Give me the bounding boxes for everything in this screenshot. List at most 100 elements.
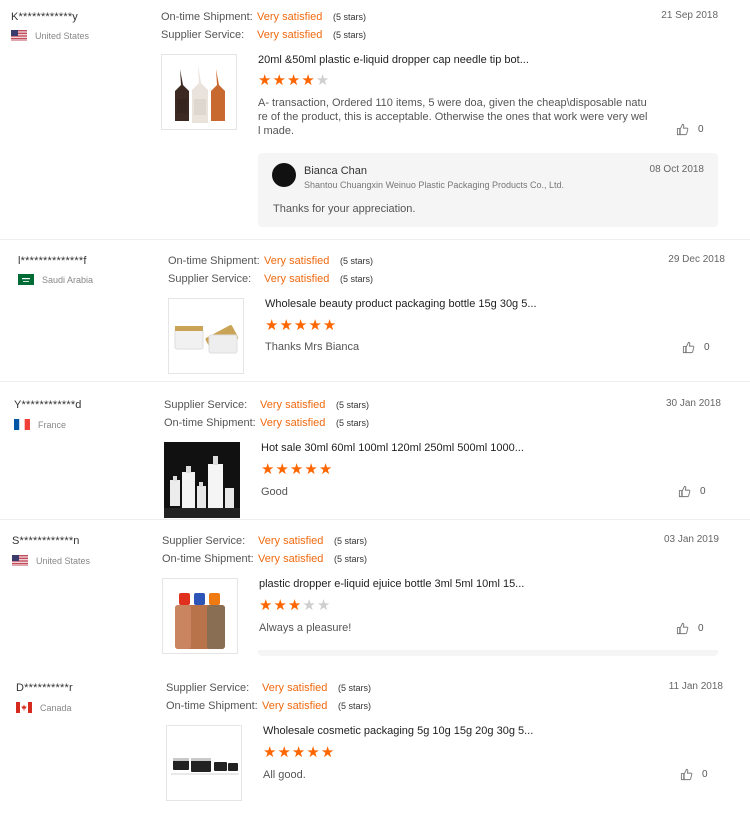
review-date: 11 Jan 2018 bbox=[668, 681, 723, 692]
rating-label: On-time Shipment: bbox=[164, 417, 256, 429]
product-thumbnail[interactable] bbox=[164, 442, 240, 518]
product-rating-stars: ★ ★ ★ ★ ★ bbox=[263, 745, 334, 760]
product-rating-stars: ★ ★ ★ ★ ★ bbox=[261, 462, 332, 477]
rating-label: On-time Shipment: bbox=[162, 553, 254, 565]
buyer-country: United States bbox=[12, 555, 90, 566]
buyer-name: S************n bbox=[12, 535, 80, 547]
rating-row: On-time Shipment: Very satisfied (5 star… bbox=[164, 417, 369, 429]
buyer-name: l**************f bbox=[18, 255, 87, 267]
star-filled-icon: ★ bbox=[320, 744, 335, 761]
product-thumbnail[interactable] bbox=[162, 578, 238, 654]
review-date: 30 Jan 2018 bbox=[665, 398, 721, 409]
star-filled-icon: ★ bbox=[286, 72, 301, 89]
rating-value: Very satisfied bbox=[264, 273, 330, 285]
product-title-link[interactable]: 20ml &50ml plastic e-liquid dropper cap … bbox=[258, 54, 529, 66]
ca-flag-icon bbox=[16, 702, 32, 713]
star-filled-icon: ★ bbox=[277, 744, 291, 761]
review-date: 21 Sep 2018 bbox=[661, 10, 718, 21]
product-rating-stars: ★ ★ ★ ★ ★ bbox=[259, 598, 330, 613]
country-label: Saudi Arabia bbox=[42, 274, 94, 285]
rating-row: On-time Shipment: Very satisfied (5 star… bbox=[166, 700, 371, 712]
star-empty-icon: ★ bbox=[315, 72, 330, 89]
cosmetic-jars-image bbox=[167, 726, 241, 800]
like-count: 0 bbox=[704, 342, 710, 353]
rating-label: On-time Shipment: bbox=[166, 700, 258, 712]
plastic-bottles-image bbox=[164, 442, 240, 518]
rating-value: Very satisfied bbox=[257, 11, 323, 23]
thumbs-up-icon bbox=[682, 341, 695, 354]
review-item: Y************d France Supplier Service: … bbox=[0, 383, 750, 520]
product-thumbnail[interactable] bbox=[166, 725, 242, 801]
star-filled-icon: ★ bbox=[275, 461, 289, 478]
rating-stars-text: (5 stars) bbox=[336, 418, 370, 428]
dropper-bottles-image bbox=[163, 579, 237, 653]
rating-stars-text: (5 stars) bbox=[340, 274, 374, 284]
rating-value: Very satisfied bbox=[262, 682, 328, 694]
like-count: 0 bbox=[698, 124, 704, 135]
rating-value: Very satisfied bbox=[258, 535, 324, 547]
star-filled-icon: ★ bbox=[258, 72, 272, 89]
star-filled-icon: ★ bbox=[273, 597, 287, 614]
review-text: Thanks Mrs Bianca bbox=[265, 340, 359, 354]
product-thumbnail[interactable] bbox=[168, 298, 244, 374]
star-filled-icon: ★ bbox=[306, 744, 320, 761]
like-button[interactable]: 0 bbox=[676, 622, 704, 635]
review-text-line: All good. bbox=[263, 769, 306, 781]
rating-row: On-time Shipment: Very satisfied (5 star… bbox=[161, 11, 366, 23]
rating-value: Very satisfied bbox=[260, 417, 326, 429]
review-text-line: Good bbox=[261, 486, 288, 498]
review-text: All good. bbox=[263, 768, 306, 782]
product-title-link[interactable]: Wholesale cosmetic packaging 5g 10g 15g … bbox=[263, 725, 533, 737]
product-thumbnail[interactable] bbox=[161, 54, 237, 130]
rating-value: Very satisfied bbox=[258, 553, 324, 565]
thumbs-up-icon bbox=[680, 768, 693, 781]
rating-row: Supplier Service: Very satisfied (5 star… bbox=[162, 535, 367, 547]
rating-row: Supplier Service: Very satisfied (5 star… bbox=[166, 682, 371, 694]
star-filled-icon: ★ bbox=[272, 72, 286, 89]
thumbs-up-icon bbox=[676, 622, 689, 635]
review-text: Always a pleasure! bbox=[259, 621, 351, 635]
review-text-line: l made. bbox=[258, 125, 295, 137]
like-button[interactable]: 0 bbox=[676, 123, 704, 136]
product-title-link[interactable]: Hot sale 30ml 60ml 100ml 120ml 250ml 500… bbox=[261, 442, 524, 454]
review-date: 29 Dec 2018 bbox=[668, 254, 725, 265]
review-text: Good bbox=[261, 485, 288, 499]
country-label: France bbox=[38, 419, 67, 430]
like-button[interactable]: 0 bbox=[682, 341, 710, 354]
rating-row: On-time Shipment: Very satisfied (5 star… bbox=[168, 255, 373, 267]
avatar bbox=[272, 163, 296, 187]
sa-flag-icon bbox=[18, 274, 34, 285]
star-filled-icon: ★ bbox=[265, 317, 279, 334]
review-text-line: A- transaction, Ordered 110 items, 5 wer… bbox=[258, 97, 647, 109]
review-item: l**************f Saudi Arabia On-time Sh… bbox=[0, 241, 750, 382]
product-rating-stars: ★ ★ ★ ★ ★ bbox=[258, 73, 329, 88]
review-item: D**********r Canada Supplier Service: Ve… bbox=[0, 662, 750, 822]
star-filled-icon: ★ bbox=[261, 461, 275, 478]
rating-stars-text: (5 stars) bbox=[336, 400, 370, 410]
review-text-line: Always a pleasure! bbox=[259, 622, 352, 634]
rating-label: Supplier Service: bbox=[162, 535, 246, 547]
buyer-name: Y************d bbox=[14, 399, 82, 411]
rating-label: Supplier Service: bbox=[164, 399, 248, 411]
us-flag-icon bbox=[11, 30, 27, 41]
product-title-link[interactable]: plastic dropper e-liquid ejuice bottle 3… bbox=[259, 578, 524, 590]
review-text-line: Thanks Mrs Bianca bbox=[265, 341, 360, 353]
rating-value: Very satisfied bbox=[262, 700, 328, 712]
rating-stars-text: (5 stars) bbox=[333, 30, 367, 40]
star-filled-icon: ★ bbox=[301, 72, 315, 89]
like-button[interactable]: 0 bbox=[680, 768, 708, 781]
star-filled-icon: ★ bbox=[289, 461, 304, 478]
rating-label: On-time Shipment: bbox=[168, 255, 260, 267]
reply-text: Thanks for your appreciation. bbox=[273, 203, 416, 215]
star-filled-icon: ★ bbox=[318, 461, 333, 478]
like-button[interactable]: 0 bbox=[678, 485, 706, 498]
country-label: United States bbox=[35, 30, 90, 41]
supplier-reply: Bianca Chan Shantou Chuangxin Weinuo Pla… bbox=[258, 153, 718, 227]
rating-row: Supplier Service: Very satisfied (5 star… bbox=[161, 29, 366, 41]
rating-label: On-time Shipment: bbox=[161, 11, 253, 23]
rating-stars-text: (5 stars) bbox=[334, 554, 368, 564]
product-title-link[interactable]: Wholesale beauty product packaging bottl… bbox=[265, 298, 537, 310]
us-flag-icon bbox=[12, 555, 28, 566]
review-item: S************n United States Supplier Se… bbox=[0, 521, 750, 661]
reply-date: 08 Oct 2018 bbox=[649, 164, 704, 175]
